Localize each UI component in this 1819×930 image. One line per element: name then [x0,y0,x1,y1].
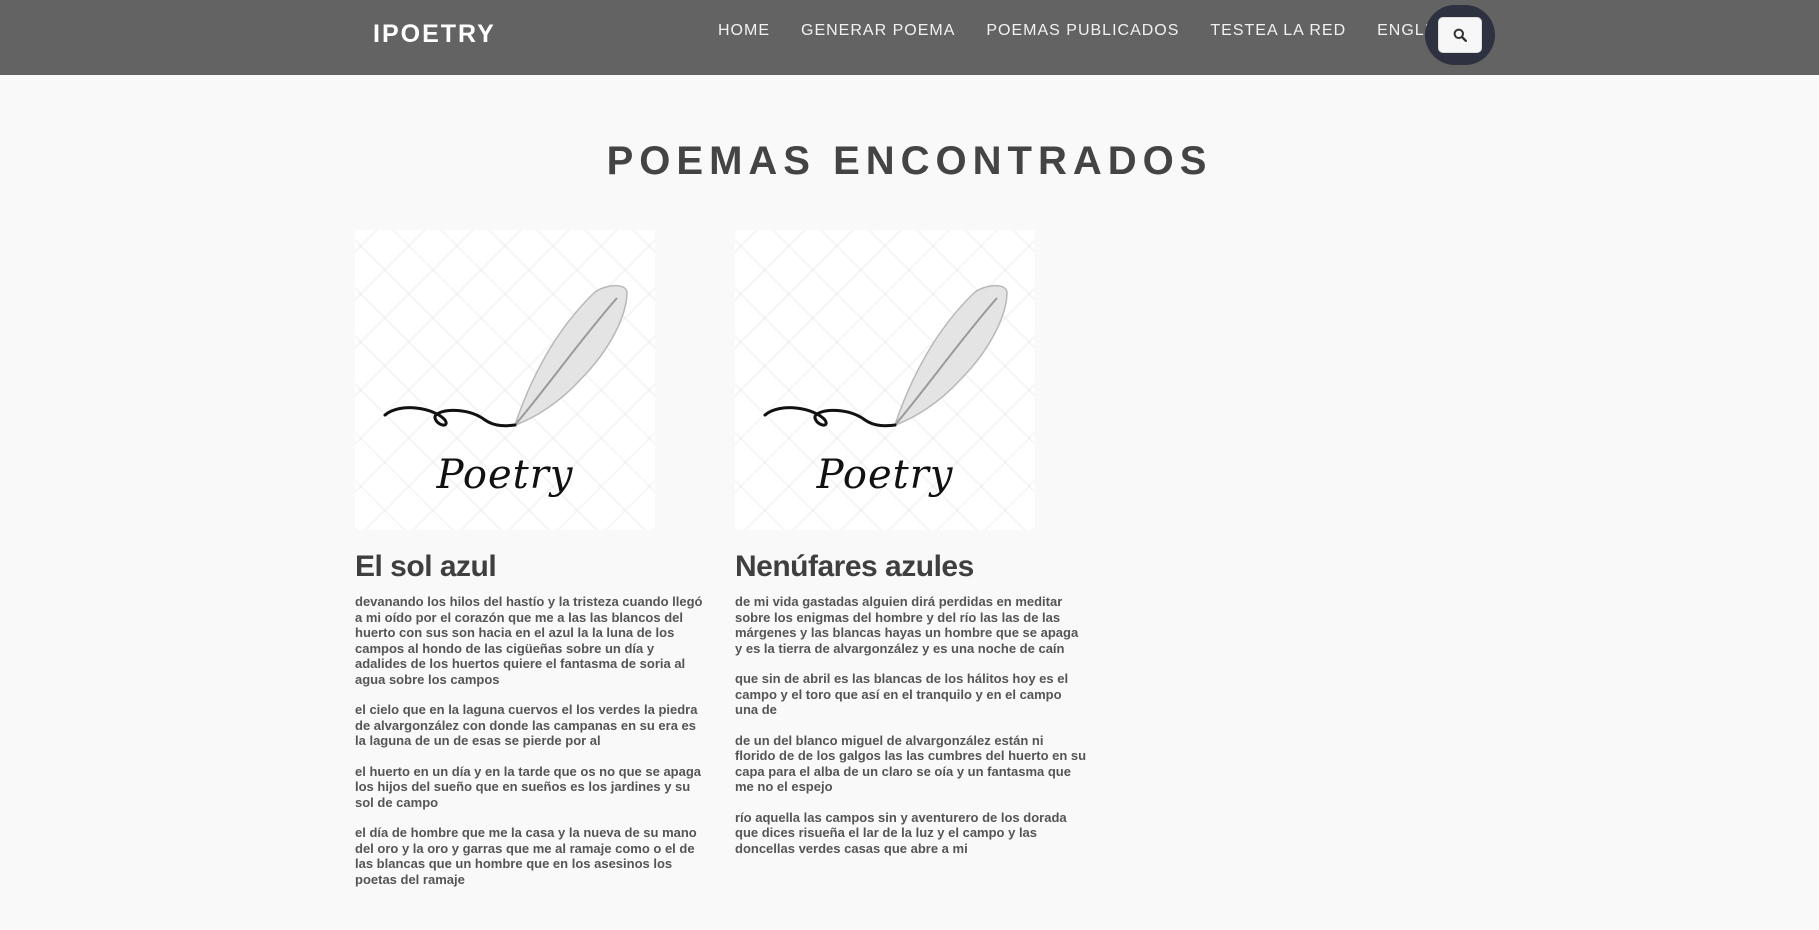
nav-testea-la-red[interactable]: TESTEA LA RED [1210,22,1346,40]
nav-home[interactable]: HOME [718,22,770,40]
poem-stanza: el día de hombre que me la casa y la nue… [355,825,697,887]
nav-poemas-publicados[interactable]: POEMAS PUBLICADOS [986,22,1179,40]
poem-stanza: de mi vida gastadas alguien dirá perdida… [735,594,1079,656]
navbar: IPOETRY HOME GENERAR POEMA POEMAS PUBLIC… [0,0,1819,75]
poem-stanza: río aquella las campos sin y aventurero … [735,809,1067,856]
poem-image[interactable]: Poetry [735,230,1035,530]
search-icon [1453,28,1467,42]
poem-title[interactable]: El sol azul [355,550,707,584]
poem-image-caption: Poetry [816,452,954,498]
poem-image-caption: Poetry [436,452,574,498]
poem-stanza: el huerto en un día y en la tarde que os… [355,763,702,810]
poem-title[interactable]: Nenúfares azules [735,550,1087,584]
poem-stanza: de un del blanco miguel de alvargonzález… [735,732,1087,795]
nav-links: HOME GENERAR POEMA POEMAS PUBLICADOS TES… [718,0,1485,62]
poem-stanza: el cielo que en la laguna cuervos el los… [355,702,698,748]
page-title: POEMAS ENCONTRADOS [606,139,1213,183]
search-button[interactable] [1438,17,1482,53]
search-container [1425,5,1495,65]
poem-card: Poetry Nenúfares azules de mi vida gasta… [735,230,1087,871]
poem-card: Poetry El sol azul devanando los hilos d… [355,230,707,902]
poem-image[interactable]: Poetry [355,230,655,530]
poem-stanza: que sin de abril es las blancas de los h… [735,671,1069,717]
nav-generar-poema[interactable]: GENERAR POEMA [801,22,955,40]
brand-logo[interactable]: IPOETRY [373,20,496,49]
poem-stanza: devanando los hilos del hastío y la tris… [355,594,703,687]
